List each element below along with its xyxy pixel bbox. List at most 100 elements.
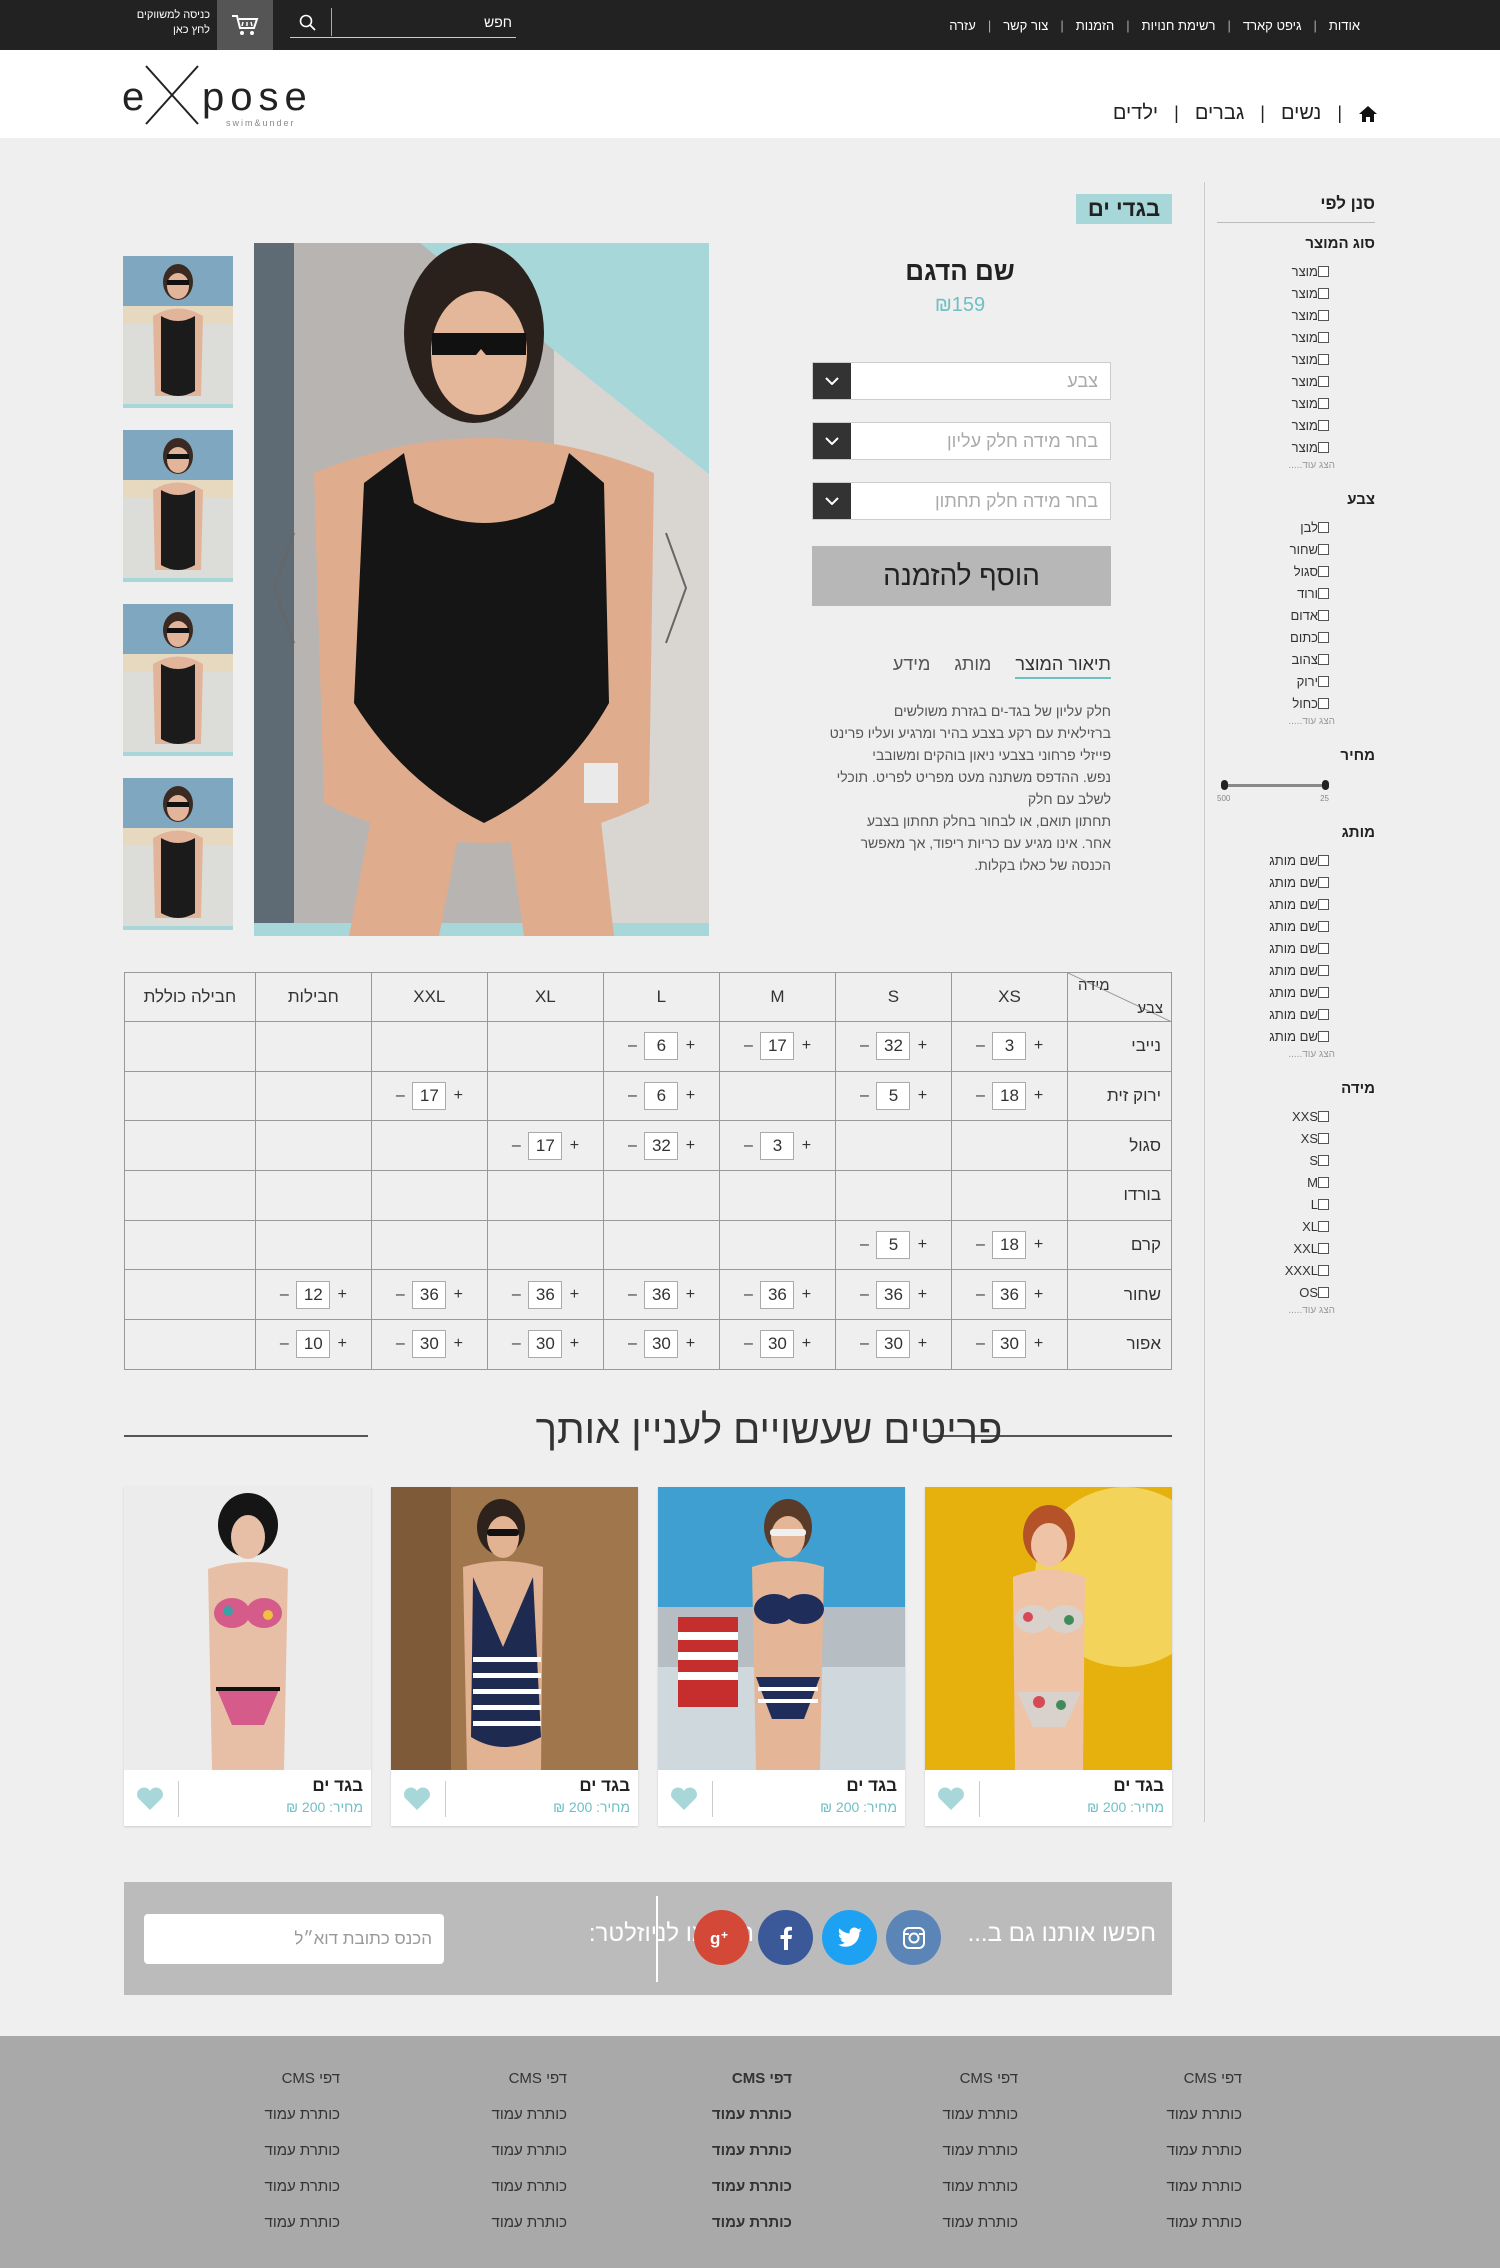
price-slider[interactable]: 25 500 [1217,772,1375,812]
footer-link[interactable]: דפי CMS [652,2070,792,2106]
minus-button[interactable]: – [852,1335,876,1353]
footer-link[interactable]: כותרת עמוד [427,2178,567,2214]
product-type-filter-option[interactable]: מוצר [1217,370,1375,392]
chevron-down-icon[interactable] [813,363,851,399]
checkbox[interactable] [1318,1264,1329,1276]
product-type-filter-option[interactable]: מוצר [1217,414,1375,436]
quantity-input[interactable]: 36 [992,1280,1027,1309]
footer-link[interactable]: כותרת עמוד [1102,2178,1242,2214]
footer-link[interactable]: כותרת עמוד [427,2142,567,2178]
google-plus-icon[interactable]: g + [694,1910,749,1965]
product-card[interactable]: בגד ים מחיר: 200 ₪ [925,1487,1172,1826]
instagram-icon[interactable] [886,1910,941,1965]
product-card-image[interactable] [925,1487,1172,1770]
checkbox[interactable] [1318,1286,1329,1298]
size-filter-option[interactable]: L [1217,1193,1375,1215]
quantity-input[interactable]: 17 [760,1032,795,1061]
color-filter-option[interactable]: לבן [1217,516,1375,538]
checkbox[interactable] [1318,331,1329,343]
size-filter-option[interactable]: XXS [1217,1105,1375,1127]
search-icon[interactable] [298,13,318,33]
plus-button[interactable]: + [330,1286,354,1304]
minus-button[interactable]: – [852,1087,876,1105]
quantity-input[interactable]: 3 [992,1032,1027,1061]
checkbox[interactable] [1318,353,1329,365]
checkbox[interactable] [1318,653,1329,665]
minus-button[interactable]: – [968,1286,992,1304]
minus-button[interactable]: – [736,1286,760,1304]
plus-button[interactable]: + [794,1286,818,1304]
quantity-input[interactable]: 30 [760,1330,795,1359]
heart-icon[interactable] [403,1787,431,1811]
size-filter-option[interactable]: XXXL [1217,1259,1375,1281]
color-filter-option[interactable]: כתום [1217,626,1375,648]
checkbox[interactable] [1318,587,1329,599]
checkbox[interactable] [1318,1176,1329,1188]
checkbox[interactable] [1318,265,1329,277]
brand-filter-option[interactable]: שם מותג [1217,915,1375,937]
product-type-filter-option[interactable]: מוצר [1217,326,1375,348]
color-filter-option[interactable]: אדום [1217,604,1375,626]
color-filter-option[interactable]: ירוק [1217,670,1375,692]
quantity-input[interactable]: 30 [876,1330,911,1359]
minus-button[interactable]: – [504,1335,528,1353]
footer-link[interactable]: כותרת עמוד [1102,2106,1242,2142]
plus-button[interactable]: + [1026,1087,1050,1105]
checkbox[interactable] [1318,1132,1329,1144]
footer-link[interactable]: כותרת עמוד [652,2214,792,2250]
minus-button[interactable]: – [272,1286,296,1304]
footer-link[interactable]: כותרת עמוד [652,2178,792,2214]
quantity-input[interactable]: 30 [528,1330,563,1359]
footer-link[interactable]: כותרת עמוד [878,2178,1018,2214]
minus-button[interactable]: – [852,1037,876,1055]
product-card[interactable]: בגד ים מחיר: 200 ₪ [124,1487,371,1826]
brand-filter-option[interactable]: שם מותג [1217,959,1375,981]
quantity-input[interactable]: 30 [644,1330,679,1359]
checkbox[interactable] [1318,675,1329,687]
minus-button[interactable]: – [388,1087,412,1105]
quantity-input[interactable]: 18 [992,1231,1027,1260]
tab-info[interactable]: מידע [893,654,931,679]
product-thumbnail[interactable] [123,430,233,582]
top-nav-orders[interactable]: הזמנות [1064,18,1127,33]
footer-link[interactable]: כותרת עמוד [200,2106,340,2142]
checkbox[interactable] [1318,521,1329,533]
checkbox[interactable] [1318,876,1329,888]
brand-filter-option[interactable]: שם מותג [1217,871,1375,893]
bottom-size-select[interactable]: בחר מידה חלק תחתון [812,482,1111,520]
minus-button[interactable]: – [272,1335,296,1353]
footer-link[interactable]: דפי CMS [878,2070,1018,2106]
product-card-image[interactable] [391,1487,638,1770]
minus-button[interactable]: – [620,1087,644,1105]
tab-description[interactable]: תיאור המוצר [1015,654,1111,679]
footer-link[interactable]: כותרת עמוד [1102,2142,1242,2178]
plus-button[interactable]: + [910,1335,934,1353]
facebook-icon[interactable] [758,1910,813,1965]
quantity-input[interactable]: 10 [296,1330,331,1359]
product-type-filter-option[interactable]: מוצר [1217,282,1375,304]
product-type-filter-option[interactable]: מוצר [1217,436,1375,458]
twitter-icon[interactable] [822,1910,877,1965]
footer-link[interactable]: כותרת עמוד [878,2106,1018,2142]
plus-button[interactable]: + [446,1286,470,1304]
show-more-link[interactable]: הצג עוד..... [1217,1305,1375,1316]
product-type-filter-option[interactable]: מוצר [1217,260,1375,282]
minus-button[interactable]: – [620,1137,644,1155]
checkbox[interactable] [1318,1008,1329,1020]
show-more-link[interactable]: הצג עוד..... [1217,460,1375,471]
footer-link[interactable]: כותרת עמוד [652,2142,792,2178]
quantity-input[interactable]: 36 [412,1280,447,1309]
checkbox[interactable] [1318,287,1329,299]
checkbox[interactable] [1318,1198,1329,1210]
minus-button[interactable]: – [504,1286,528,1304]
add-to-order-button[interactable]: הוסף להזמנה [812,546,1111,606]
plus-button[interactable]: + [446,1335,470,1353]
size-filter-option[interactable]: OS [1217,1281,1375,1303]
heart-icon[interactable] [670,1787,698,1811]
product-type-filter-option[interactable]: מוצר [1217,392,1375,414]
top-size-select[interactable]: בחר מידה חלק עליון [812,422,1111,460]
minus-button[interactable]: – [620,1335,644,1353]
color-filter-option[interactable]: שחור [1217,538,1375,560]
quantity-input[interactable]: 32 [876,1032,911,1061]
quantity-input[interactable]: 30 [992,1330,1027,1359]
